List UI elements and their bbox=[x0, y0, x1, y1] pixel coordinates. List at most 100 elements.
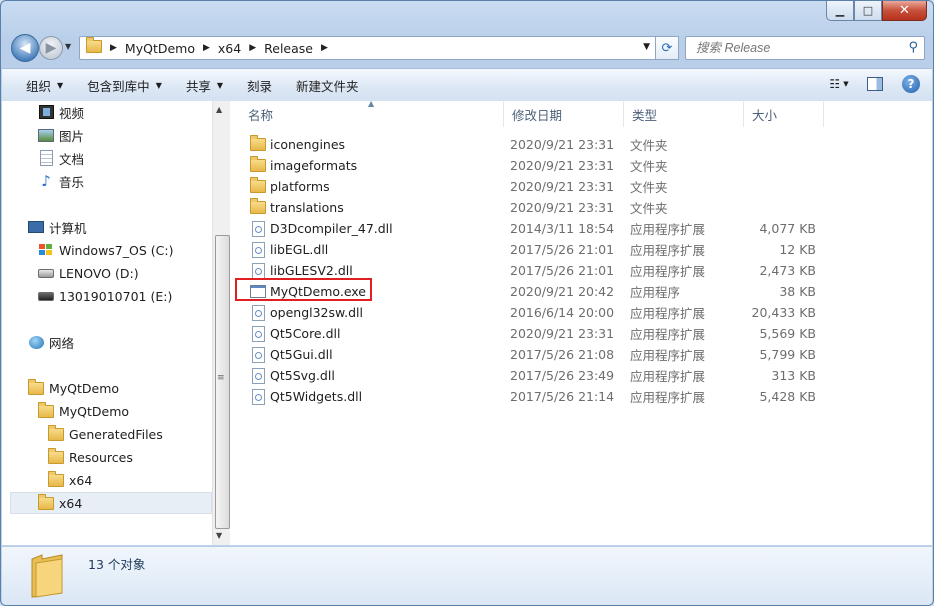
column-header-date[interactable]: 修改日期 bbox=[504, 101, 624, 127]
folder-icon bbox=[28, 378, 44, 396]
file-name-cell[interactable]: Qt5Core.dll bbox=[250, 323, 340, 344]
maximize-button[interactable]: □ bbox=[854, 1, 882, 21]
file-name-cell[interactable]: translations bbox=[250, 197, 344, 218]
preview-pane-button[interactable] bbox=[864, 73, 886, 95]
nav-music[interactable]: ♪ 音乐 bbox=[38, 171, 84, 191]
nav-drive-c[interactable]: Windows7_OS (C:) bbox=[38, 240, 173, 260]
highlight-box bbox=[235, 278, 372, 301]
command-bar: 组织 ▼ 包含到库中 ▼ 共享 ▼ 刻录 新建文件夹 ☷ ▼ ? bbox=[2, 68, 932, 102]
nav-computer[interactable]: 计算机 bbox=[28, 217, 87, 237]
file-type: 文件夹 bbox=[630, 138, 668, 153]
file-row[interactable]: Qt5Svg.dll 2017/5/26 23:49 应用程序扩展 313 KB bbox=[230, 365, 932, 386]
breadcrumb-separator-icon[interactable]: ▶ bbox=[203, 43, 210, 53]
file-date: 2020/9/21 23:31 bbox=[510, 179, 615, 194]
nav-videos[interactable]: 视频 bbox=[38, 102, 84, 122]
nav-tree-myqtdemo-root[interactable]: MyQtDemo bbox=[28, 378, 119, 398]
file-date: 2020/9/21 23:31 bbox=[510, 326, 615, 341]
back-button[interactable]: ◀ bbox=[11, 34, 39, 62]
nav-pane-scrollbar[interactable]: ▲ ≡ ▼ bbox=[212, 101, 230, 545]
file-name: opengl32sw.dll bbox=[270, 305, 363, 320]
address-bar[interactable]: ▶ MyQtDemo ▶ x64 ▶ Release ▶ ▼ bbox=[79, 36, 657, 60]
burn-label: 刻录 bbox=[247, 78, 273, 94]
close-button[interactable]: ✕ bbox=[882, 1, 927, 21]
file-row[interactable]: D3Dcompiler_47.dll 2014/3/11 18:54 应用程序扩展 4… bbox=[230, 218, 932, 239]
file-date: 2017/5/26 21:08 bbox=[510, 347, 615, 362]
recent-pages-dropdown[interactable]: ▼ bbox=[65, 42, 71, 51]
nav-tree-x64-selected[interactable]: x64 bbox=[10, 492, 212, 514]
breadcrumb-separator-icon[interactable]: ▶ bbox=[321, 43, 328, 53]
file-name-cell[interactable]: iconengines bbox=[250, 134, 345, 155]
help-button[interactable]: ? bbox=[900, 73, 922, 95]
file-name: imageformats bbox=[270, 158, 358, 173]
file-name: platforms bbox=[270, 179, 330, 194]
breadcrumb-x64[interactable]: x64 bbox=[218, 41, 241, 56]
nav-network[interactable]: 网络 bbox=[28, 332, 74, 352]
nav-drive-d[interactable]: LENOVO (D:) bbox=[38, 263, 139, 283]
search-icon[interactable]: ⚲ bbox=[908, 40, 918, 55]
nav-tree-project-label: MyQtDemo bbox=[59, 403, 130, 419]
column-date-label: 修改日期 bbox=[512, 107, 563, 123]
scroll-down-icon[interactable]: ▼ bbox=[216, 531, 222, 540]
file-name-cell[interactable]: platforms bbox=[250, 176, 330, 197]
share-button[interactable]: 共享 ▼ bbox=[174, 69, 235, 101]
file-name-cell[interactable]: D3Dcompiler_47.dll bbox=[250, 218, 393, 239]
file-row[interactable]: Qt5Widgets.dll 2017/5/26 21:14 应用程序扩展 5,428… bbox=[230, 386, 932, 407]
nav-tree-resources[interactable]: Resources bbox=[48, 447, 133, 467]
explorer-window: ▁ □ ✕ ◀ ▶ ▼ ▶ MyQtDemo ▶ x64 ▶ Release ▶ ▼ … bbox=[0, 0, 934, 606]
column-header-size[interactable]: 大小 bbox=[744, 101, 824, 127]
file-size: 5,799 KB bbox=[759, 347, 816, 362]
file-type: 文件夹 bbox=[630, 201, 668, 216]
folder-icon bbox=[250, 156, 266, 174]
file-name-cell[interactable]: opengl32sw.dll bbox=[250, 302, 363, 323]
dll-icon bbox=[250, 367, 266, 384]
include-in-library-button[interactable]: 包含到库中 ▼ bbox=[75, 69, 174, 101]
file-date: 2017/5/26 23:49 bbox=[510, 368, 615, 383]
file-size: 20,433 KB bbox=[751, 305, 816, 320]
file-name: Qt5Svg.dll bbox=[270, 368, 335, 383]
file-name-cell[interactable]: Qt5Gui.dll bbox=[250, 344, 333, 365]
breadcrumb-separator-icon[interactable]: ▶ bbox=[110, 43, 117, 53]
file-name-cell[interactable]: Qt5Widgets.dll bbox=[250, 386, 362, 407]
file-row[interactable]: Qt5Gui.dll 2017/5/26 21:08 应用程序扩展 5,799 KB bbox=[230, 344, 932, 365]
file-date: 2017/5/26 21:01 bbox=[510, 263, 615, 278]
search-input[interactable] bbox=[694, 40, 898, 56]
nav-pictures[interactable]: 图片 bbox=[38, 125, 84, 145]
column-header-type[interactable]: 类型 bbox=[624, 101, 744, 127]
file-name-cell[interactable]: libEGL.dll bbox=[250, 239, 328, 260]
file-row[interactable]: imageformats 2020/9/21 23:31 文件夹 bbox=[230, 155, 932, 176]
file-row[interactable]: platforms 2020/9/21 23:31 文件夹 bbox=[230, 176, 932, 197]
document-library-icon bbox=[38, 150, 54, 166]
refresh-button[interactable]: ⟳ bbox=[655, 36, 679, 60]
change-view-button[interactable]: ☷ ▼ bbox=[828, 73, 850, 95]
new-folder-button[interactable]: 新建文件夹 bbox=[284, 69, 371, 101]
nav-tree-myqtdemo-project[interactable]: MyQtDemo bbox=[38, 401, 129, 421]
organize-button[interactable]: 组织 ▼ bbox=[2, 69, 75, 101]
forward-arrow-icon: ▶ bbox=[45, 40, 57, 56]
file-row[interactable]: translations 2020/9/21 23:31 文件夹 bbox=[230, 197, 932, 218]
file-date: 2020/9/21 23:31 bbox=[510, 158, 615, 173]
forward-button[interactable]: ▶ bbox=[39, 36, 63, 60]
burn-button[interactable]: 刻录 bbox=[235, 69, 284, 101]
maximize-icon: □ bbox=[862, 4, 874, 17]
nav-tree-generatedfiles[interactable]: GeneratedFiles bbox=[48, 424, 163, 444]
nav-tree-x64-inner[interactable]: x64 bbox=[48, 470, 92, 490]
breadcrumb-separator-icon[interactable]: ▶ bbox=[249, 43, 256, 53]
file-row[interactable]: iconengines 2020/9/21 23:31 文件夹 bbox=[230, 134, 932, 155]
file-row[interactable]: Qt5Core.dll 2020/9/21 23:31 应用程序扩展 5,569 KB bbox=[230, 323, 932, 344]
folder-icon bbox=[250, 135, 266, 153]
file-name-cell[interactable]: Qt5Svg.dll bbox=[250, 365, 335, 386]
file-row[interactable]: opengl32sw.dll 2016/6/14 20:00 应用程序扩展 20,43… bbox=[230, 302, 932, 323]
minimize-button[interactable]: ▁ bbox=[826, 1, 854, 21]
address-history-dropdown-icon[interactable]: ▼ bbox=[643, 42, 650, 52]
nav-drive-e[interactable]: 13019010701 (E:) bbox=[38, 286, 172, 306]
nav-documents[interactable]: 文档 bbox=[38, 148, 84, 168]
preview-pane-icon bbox=[867, 77, 883, 91]
dll-icon bbox=[250, 220, 266, 237]
chevron-down-icon: ▼ bbox=[155, 80, 162, 90]
file-row[interactable]: libEGL.dll 2017/5/26 21:01 应用程序扩展 12 KB bbox=[230, 239, 932, 260]
file-name-cell[interactable]: imageformats bbox=[250, 155, 357, 176]
scroll-up-icon[interactable]: ▲ bbox=[216, 105, 222, 114]
breadcrumb-release[interactable]: Release bbox=[264, 41, 313, 56]
file-type: 文件夹 bbox=[630, 180, 668, 195]
breadcrumb-myqtdemo[interactable]: MyQtDemo bbox=[125, 41, 195, 56]
